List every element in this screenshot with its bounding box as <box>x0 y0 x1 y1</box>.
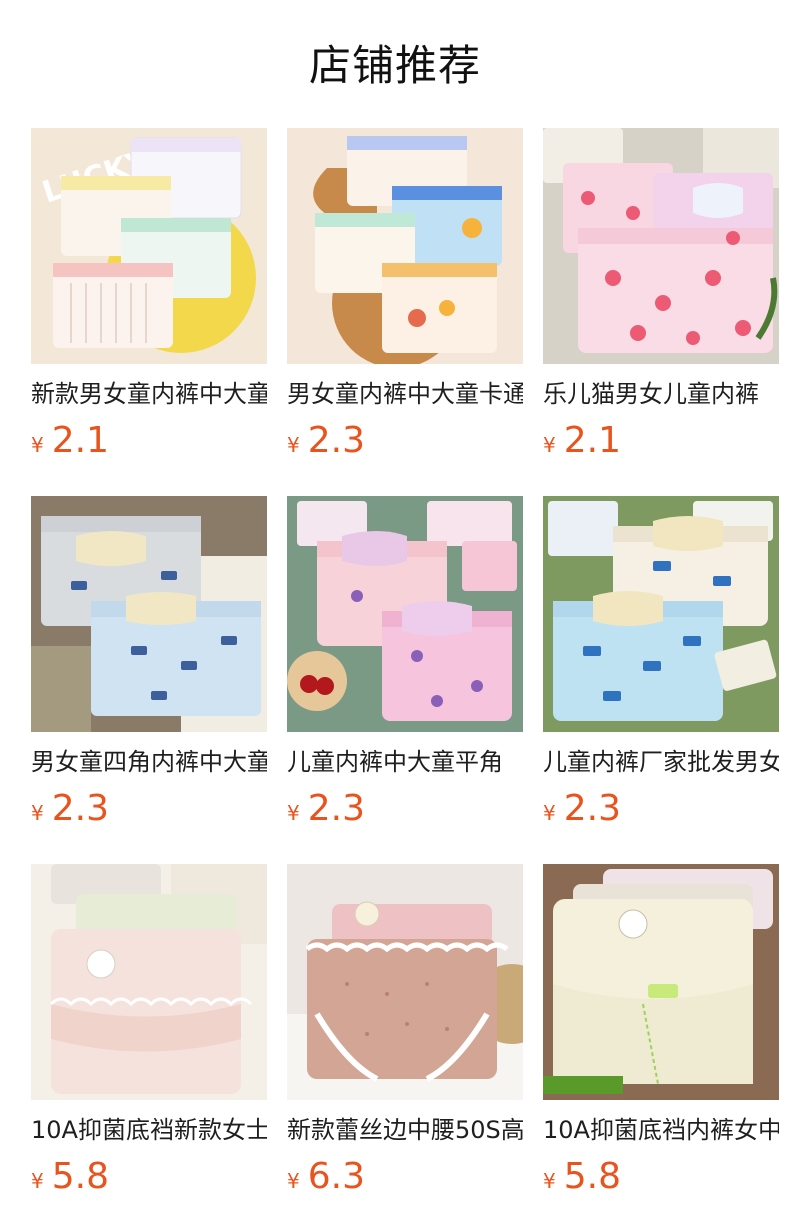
product-grid: LUCKY 新款男女童内裤中大童 ¥ 2.1 <box>31 128 790 1232</box>
product-name[interactable]: 10A抑菌底裆内裤女中 <box>543 1114 779 1146</box>
product-name[interactable]: 新款男女童内裤中大童 <box>31 378 267 410</box>
currency-symbol: ¥ <box>287 1169 300 1193</box>
product-price: ¥ 5.8 <box>543 1156 621 1197</box>
currency-symbol: ¥ <box>287 801 300 825</box>
product-name[interactable]: 儿童内裤中大童平角 <box>287 746 523 778</box>
product-price: ¥ 2.1 <box>543 420 621 461</box>
currency-symbol: ¥ <box>31 1169 44 1193</box>
product-image[interactable] <box>287 128 523 364</box>
product-price: ¥ 2.3 <box>287 420 365 461</box>
product-name[interactable]: 儿童内裤厂家批发男女 <box>543 746 779 778</box>
price-amount: 2.3 <box>563 788 621 829</box>
product-name[interactable]: 男女童内裤中大童卡通 <box>287 378 523 410</box>
product-image[interactable] <box>31 496 267 732</box>
product-image[interactable] <box>543 496 779 732</box>
currency-symbol: ¥ <box>543 801 556 825</box>
currency-symbol: ¥ <box>543 1169 556 1193</box>
product-image[interactable]: LUCKY <box>31 128 267 364</box>
price-amount: 2.3 <box>51 788 109 829</box>
product-card[interactable]: 男女童四角内裤中大童 ¥ 2.3 <box>31 496 267 864</box>
currency-symbol: ¥ <box>287 433 300 457</box>
product-name[interactable]: 新款蕾丝边中腰50S高 <box>287 1114 523 1146</box>
product-price: ¥ 2.1 <box>31 420 109 461</box>
price-amount: 2.1 <box>563 420 621 461</box>
product-image[interactable] <box>543 864 779 1100</box>
product-price: ¥ 2.3 <box>287 788 365 829</box>
product-card[interactable]: LUCKY 新款男女童内裤中大童 ¥ 2.1 <box>31 128 267 496</box>
product-card[interactable]: 男女童内裤中大童卡通 ¥ 2.3 <box>287 128 523 496</box>
price-amount: 5.8 <box>563 1156 621 1197</box>
currency-symbol: ¥ <box>31 801 44 825</box>
product-card[interactable]: 儿童内裤中大童平角 ¥ 2.3 <box>287 496 523 864</box>
product-card[interactable]: 新款蕾丝边中腰50S高 ¥ 6.3 <box>287 864 523 1232</box>
section-title: 店铺推荐 <box>308 41 481 90</box>
product-price: ¥ 2.3 <box>31 788 109 829</box>
price-amount: 5.8 <box>51 1156 109 1197</box>
price-amount: 2.1 <box>51 420 109 461</box>
price-amount: 6.3 <box>307 1156 365 1197</box>
price-amount: 2.3 <box>307 788 365 829</box>
product-card[interactable]: 10A抑菌底裆内裤女中 ¥ 5.8 <box>543 864 779 1232</box>
currency-symbol: ¥ <box>31 433 44 457</box>
product-image[interactable] <box>287 496 523 732</box>
product-name[interactable]: 乐儿猫男女儿童内裤 <box>543 378 779 410</box>
product-price: ¥ 5.8 <box>31 1156 109 1197</box>
product-card[interactable]: 10A抑菌底裆新款女士 ¥ 5.8 <box>31 864 267 1232</box>
product-image[interactable] <box>287 864 523 1100</box>
product-name[interactable]: 10A抑菌底裆新款女士 <box>31 1114 267 1146</box>
product-name[interactable]: 男女童四角内裤中大童 <box>31 746 267 778</box>
product-price: ¥ 6.3 <box>287 1156 365 1197</box>
currency-symbol: ¥ <box>543 433 556 457</box>
product-card[interactable]: 儿童内裤厂家批发男女 ¥ 2.3 <box>543 496 779 864</box>
price-amount: 2.3 <box>307 420 365 461</box>
product-image[interactable] <box>31 864 267 1100</box>
product-card[interactable]: 乐儿猫男女儿童内裤 ¥ 2.1 <box>543 128 779 496</box>
product-price: ¥ 2.3 <box>543 788 621 829</box>
product-image[interactable] <box>543 128 779 364</box>
